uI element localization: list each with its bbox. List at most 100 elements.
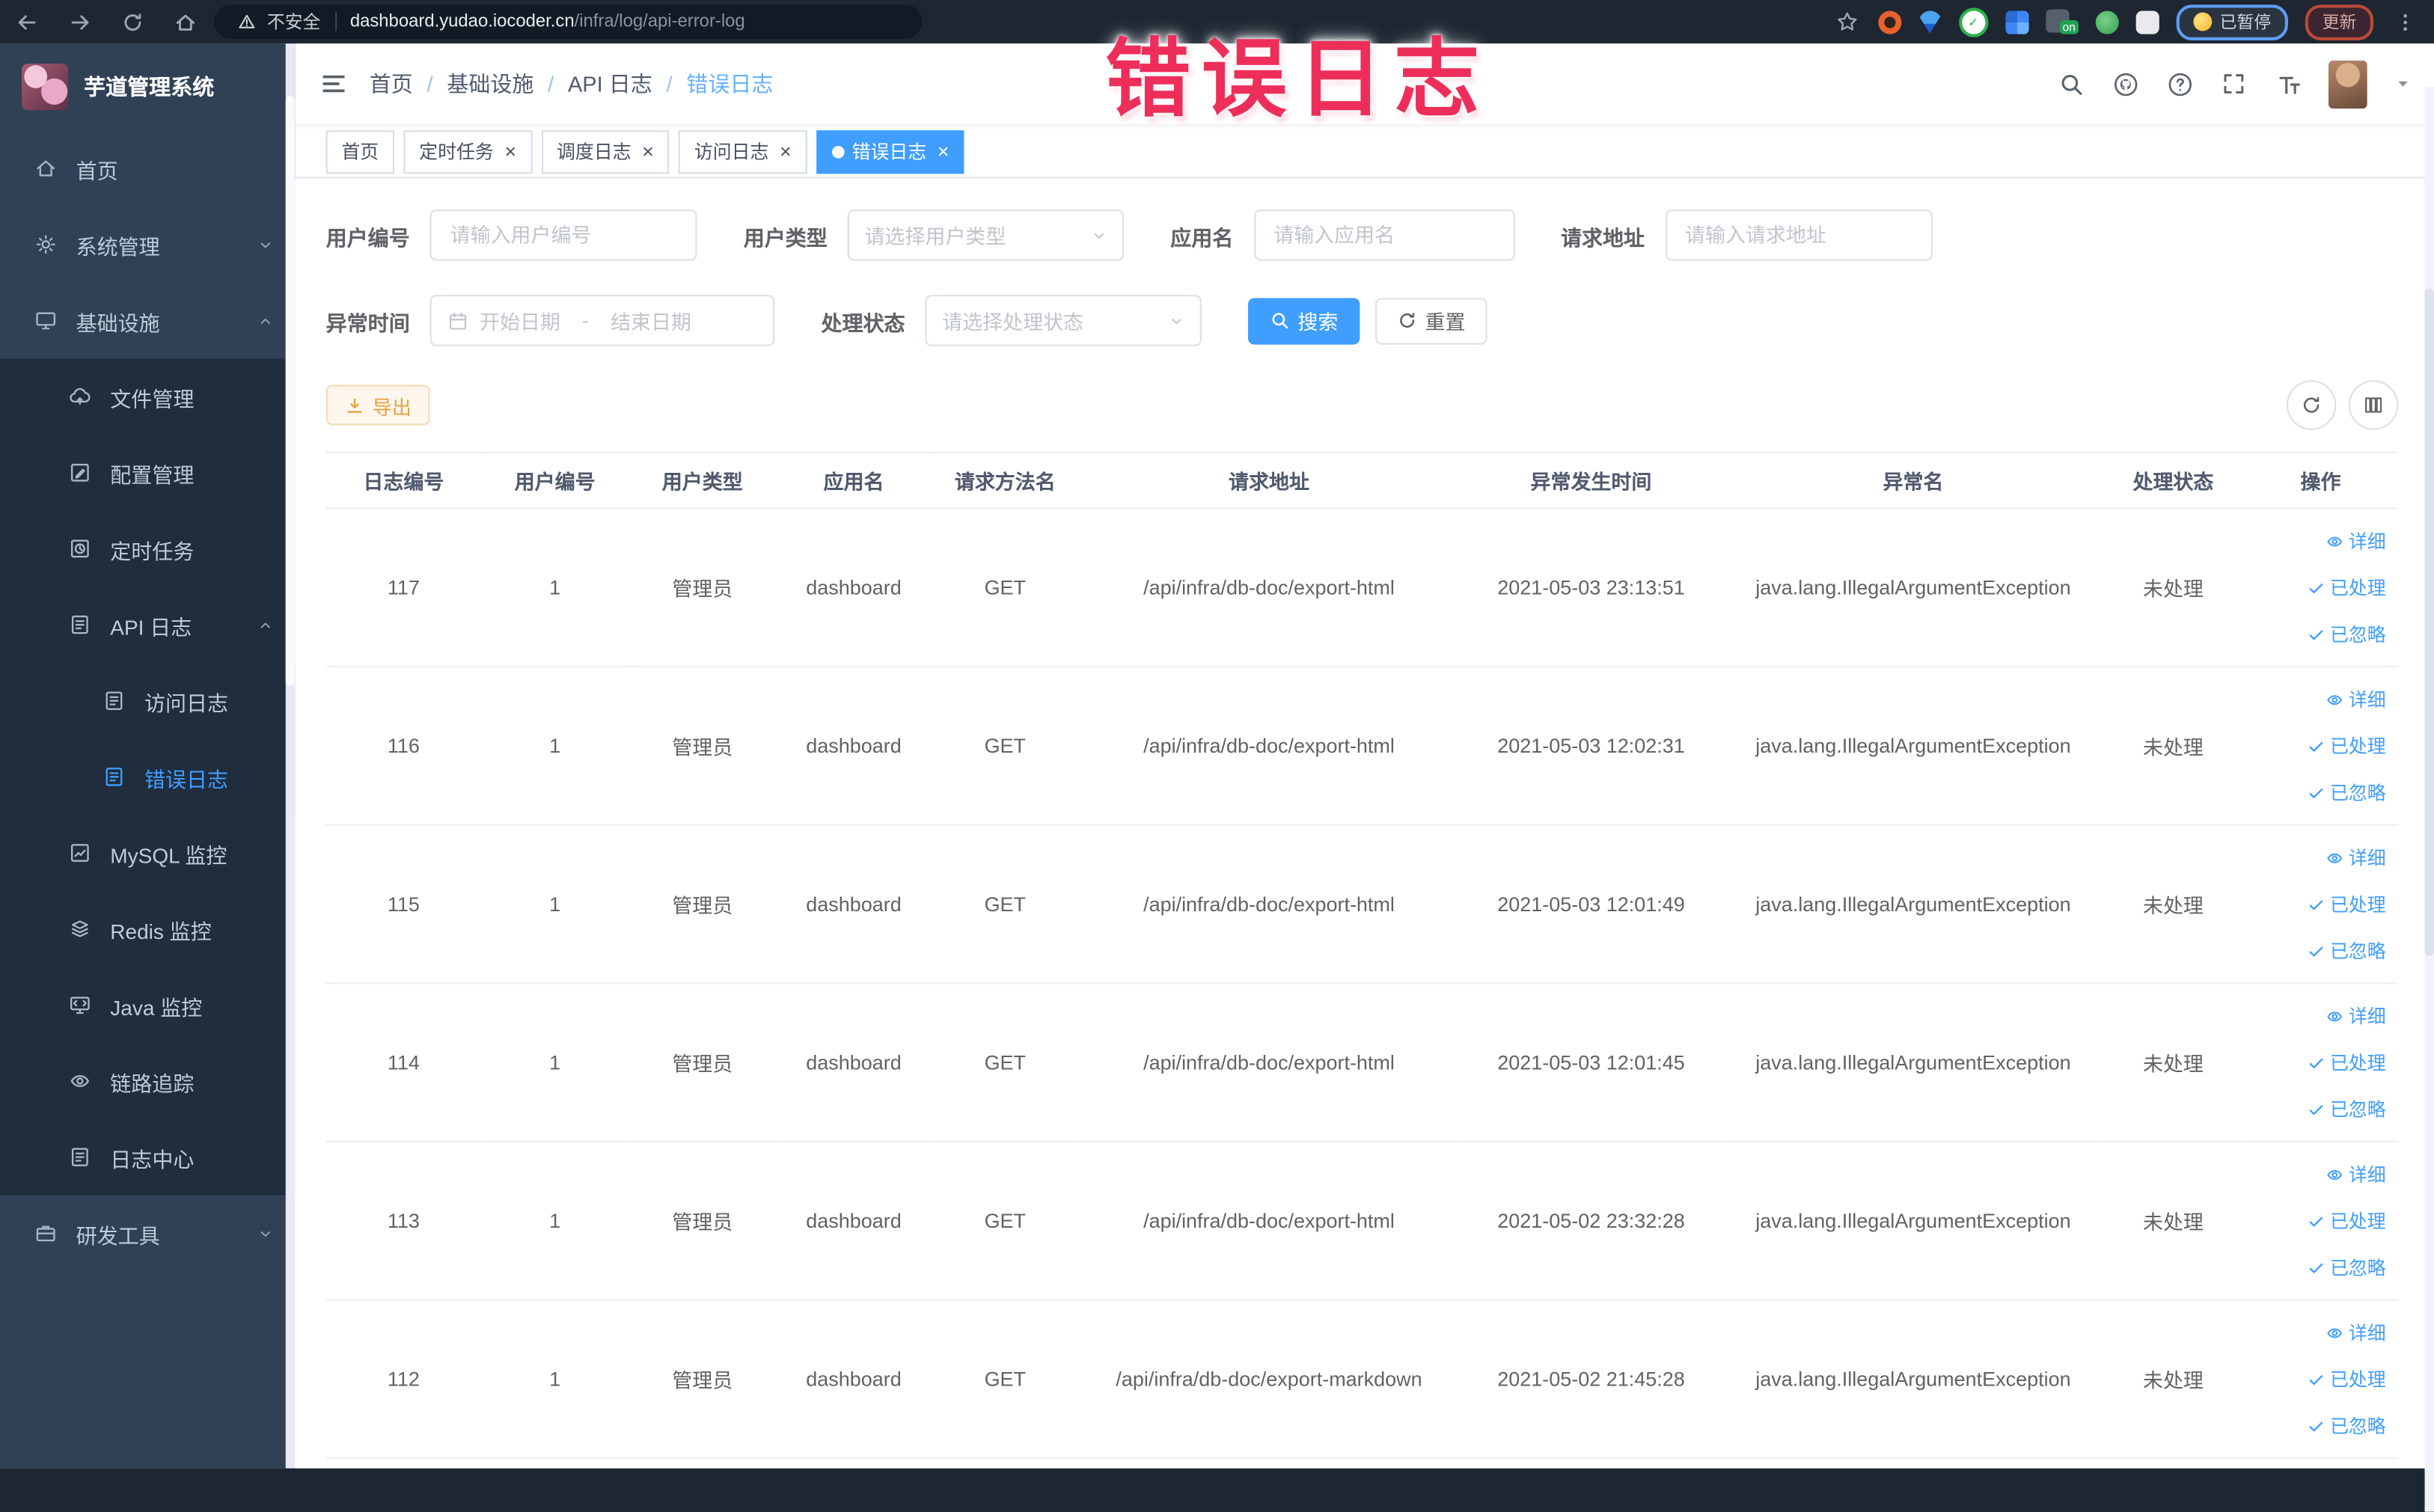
sidebar-item-job[interactable]: 定时任务: [0, 511, 295, 587]
app-name-input[interactable]: [1253, 209, 1514, 261]
extension-shield-icon[interactable]: [1918, 10, 1942, 34]
detail-link[interactable]: 详细: [2326, 527, 2386, 554]
page-scrollbar-thumb[interactable]: [2424, 288, 2434, 956]
forward-icon[interactable]: [65, 7, 93, 35]
ignored-link[interactable]: 已忽略: [2307, 1254, 2386, 1280]
tab-1[interactable]: 定时任务 ×: [403, 129, 532, 174]
detail-link[interactable]: 详细: [2326, 686, 2386, 712]
processed-link[interactable]: 已处理: [2307, 1049, 2386, 1075]
trace-icon: [68, 1069, 91, 1092]
reset-button[interactable]: 重置: [1375, 297, 1487, 344]
app-frame: 芋道管理系统 首页 系统管理 基础设施 文件管理 配置管理 定时任务 API 日志 访问日志错…: [0, 43, 2434, 1512]
cell-method: GET: [931, 1141, 1079, 1301]
chevron-up-icon: [257, 313, 273, 328]
sidebar-item-api-log[interactable]: API 日志: [0, 587, 295, 663]
sidebar-logo-row[interactable]: 芋道管理系统: [0, 43, 295, 130]
cell-user-id: 1: [481, 508, 629, 668]
search-icon[interactable]: [2057, 70, 2085, 97]
home-icon[interactable]: [171, 7, 198, 35]
extension-grid-icon[interactable]: [2005, 10, 2028, 34]
infra-icon: [34, 309, 58, 332]
extension-pin-icon[interactable]: [2135, 10, 2159, 34]
sidebar-item-file[interactable]: 文件管理: [0, 358, 295, 435]
search-button[interactable]: 搜索: [1247, 297, 1360, 344]
back-icon[interactable]: [13, 7, 40, 35]
sidebar-item-home[interactable]: 首页: [0, 130, 295, 206]
cell-app-name: dashboard: [776, 983, 932, 1142]
close-icon[interactable]: ×: [504, 141, 516, 162]
detail-link[interactable]: 详细: [2326, 845, 2386, 871]
extension-adblock-icon[interactable]: [1877, 10, 1901, 34]
ignored-link[interactable]: 已忽略: [2307, 779, 2386, 805]
close-icon[interactable]: ×: [780, 141, 792, 162]
profile-paused-button[interactable]: 已暂停: [2176, 4, 2288, 40]
caret-down-icon[interactable]: [2394, 75, 2412, 94]
ignored-link[interactable]: 已忽略: [2307, 1412, 2386, 1439]
date-range-picker[interactable]: 开始日期 - 结束日期: [429, 295, 775, 346]
sidebar-item-trace[interactable]: 链路追踪: [0, 1043, 295, 1119]
sidebar-item-dev-tools[interactable]: 研发工具: [0, 1195, 295, 1271]
address-bar[interactable]: 不安全 dashboard.yudao.iocoder.cn/infra/log…: [214, 4, 923, 39]
extension-leaf-icon[interactable]: [2095, 10, 2119, 34]
tab-0[interactable]: 首页: [325, 129, 394, 174]
processed-link[interactable]: 已处理: [2307, 732, 2386, 759]
request-url-input[interactable]: [1665, 209, 1932, 261]
hamburger-icon[interactable]: [319, 70, 347, 97]
ignored-link[interactable]: 已忽略: [2307, 937, 2386, 964]
reload-icon[interactable]: [118, 7, 146, 35]
refresh-table-button[interactable]: [2286, 380, 2337, 430]
extension-switch-icon[interactable]: on: [2045, 9, 2079, 34]
breadcrumb-item[interactable]: 首页: [370, 68, 413, 99]
breadcrumb-item[interactable]: 错误日志: [686, 68, 773, 99]
kebab-menu-icon[interactable]: [2391, 7, 2418, 35]
sidebar-item-system[interactable]: 系统管理: [0, 206, 295, 283]
sidebar-item-access-log[interactable]: 访问日志: [0, 663, 295, 739]
column-header: 请求地址: [1078, 452, 1460, 509]
close-icon[interactable]: ×: [938, 141, 950, 162]
user-avatar[interactable]: [2328, 59, 2367, 108]
ignored-link[interactable]: 已忽略: [2307, 1096, 2386, 1122]
sidebar-scrollbar[interactable]: [285, 43, 296, 1469]
dev-tools-icon: [34, 1222, 58, 1245]
user-id-input[interactable]: [429, 209, 697, 261]
cell-user-type: 管理员: [629, 983, 777, 1142]
close-icon[interactable]: ×: [642, 141, 654, 162]
font-size-icon[interactable]: [2274, 70, 2302, 97]
sidebar-item-config[interactable]: 配置管理: [0, 435, 295, 511]
breadcrumb-item[interactable]: 基础设施: [447, 68, 533, 99]
bookmark-star-icon[interactable]: [1832, 7, 1860, 35]
extension-check-icon[interactable]: ✓: [1958, 7, 1988, 37]
tab-2[interactable]: 调度日志 ×: [541, 129, 670, 174]
column-settings-button[interactable]: [2348, 380, 2399, 430]
user-type-select[interactable]: 请选择用户类型: [847, 209, 1125, 261]
column-header: 请求方法名: [931, 452, 1079, 509]
update-button[interactable]: 更新: [2305, 4, 2374, 40]
cell-log-id: 114: [325, 983, 482, 1142]
processed-link[interactable]: 已处理: [2307, 1366, 2386, 1392]
page-scrollbar[interactable]: [2424, 87, 2434, 1512]
sidebar-item-redis[interactable]: Redis 监控: [0, 891, 295, 967]
tab-3[interactable]: 访问日志 ×: [679, 129, 807, 174]
sidebar-item-infra[interactable]: 基础设施: [0, 283, 295, 359]
github-icon[interactable]: [2111, 70, 2138, 97]
help-icon[interactable]: [2165, 70, 2193, 97]
processed-link[interactable]: 已处理: [2307, 575, 2386, 601]
sidebar-item-java[interactable]: Java 监控: [0, 967, 295, 1043]
sidebar-item-log-center[interactable]: 日志中心: [0, 1119, 295, 1196]
processed-link[interactable]: 已处理: [2307, 1208, 2386, 1234]
detail-link[interactable]: 详细: [2326, 1161, 2386, 1187]
ignored-link[interactable]: 已忽略: [2307, 621, 2386, 647]
sidebar-item-error-log[interactable]: 错误日志: [0, 739, 295, 815]
sidebar-scrollbar-thumb[interactable]: [285, 96, 296, 686]
status-select[interactable]: 请选择处理状态: [925, 295, 1202, 346]
sidebar-item-mysql[interactable]: MySQL 监控: [0, 815, 295, 891]
breadcrumb-item[interactable]: API 日志: [568, 68, 652, 99]
processed-link[interactable]: 已处理: [2307, 891, 2386, 917]
security-label: 不安全: [266, 13, 321, 33]
export-button[interactable]: 导出: [325, 385, 430, 426]
tab-active-4[interactable]: 错误日志 ×: [816, 129, 965, 174]
fullscreen-icon[interactable]: [2220, 70, 2248, 97]
breadcrumb-separator: /: [426, 71, 433, 97]
detail-link[interactable]: 详细: [2326, 1319, 2386, 1345]
detail-link[interactable]: 详细: [2326, 1003, 2386, 1029]
